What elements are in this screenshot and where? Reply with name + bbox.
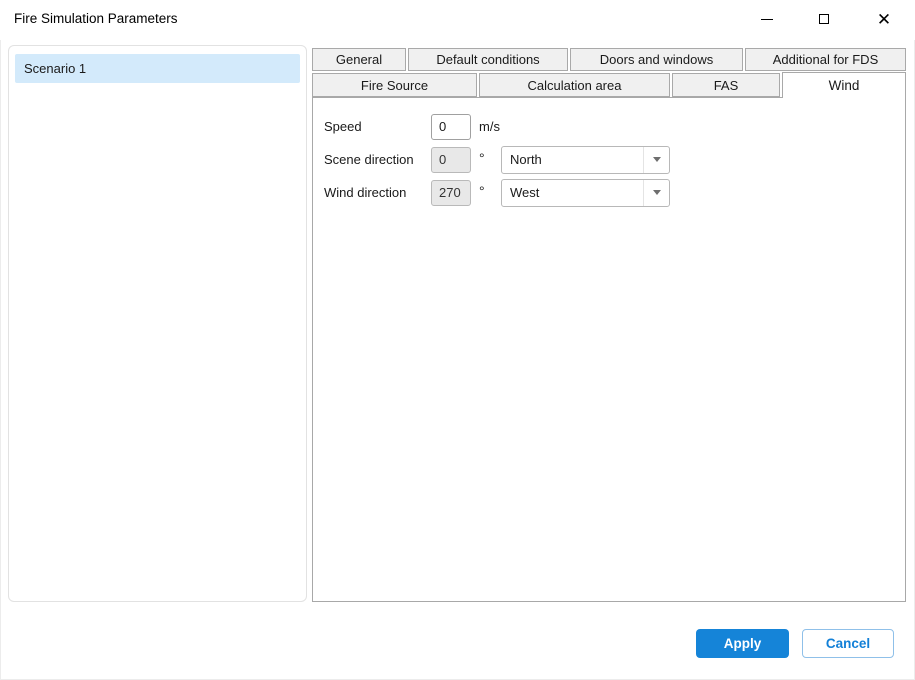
tab-wind[interactable]: Wind <box>782 72 906 98</box>
minimize-icon <box>761 19 773 20</box>
window-title: Fire Simulation Parameters <box>14 11 178 26</box>
wind-direction-selected-value: West <box>502 185 643 200</box>
minimize-button[interactable] <box>744 0 790 38</box>
title-bar: Fire Simulation Parameters ✕ <box>0 0 915 40</box>
tab-row-1: General Default conditions Doors and win… <box>312 48 906 71</box>
scene-direction-selected-value: North <box>502 152 643 167</box>
speed-input[interactable] <box>431 114 471 140</box>
scene-direction-row: Scene direction ° North <box>324 143 670 176</box>
tab-doors-and-windows[interactable]: Doors and windows <box>570 48 743 71</box>
close-button[interactable]: ✕ <box>861 0 907 38</box>
speed-row: Speed m/s <box>324 110 670 143</box>
apply-button[interactable]: Apply <box>696 629 789 658</box>
tab-fas[interactable]: FAS <box>672 73 780 97</box>
wind-tab-panel: Speed m/s Scene direction ° North Wind d… <box>312 97 906 602</box>
scenario-list-item-selected[interactable]: Scenario 1 <box>15 54 300 83</box>
tab-fire-source[interactable]: Fire Source <box>312 73 477 97</box>
close-icon: ✕ <box>877 11 891 28</box>
cancel-button[interactable]: Cancel <box>802 629 894 658</box>
tab-calculation-area[interactable]: Calculation area <box>479 73 670 97</box>
scene-direction-input <box>431 147 471 173</box>
chevron-down-icon <box>653 157 661 162</box>
wind-form: Speed m/s Scene direction ° North Wind d… <box>324 110 670 209</box>
scene-direction-label: Scene direction <box>324 152 431 167</box>
tab-additional-for-fds[interactable]: Additional for FDS <box>745 48 906 71</box>
scene-direction-select[interactable]: North <box>501 146 670 174</box>
wind-direction-input <box>431 180 471 206</box>
maximize-button[interactable] <box>801 0 847 38</box>
maximize-icon <box>819 14 829 24</box>
wind-direction-select[interactable]: West <box>501 179 670 207</box>
wind-direction-dropdown-button[interactable] <box>643 180 669 206</box>
tab-row-2: Fire Source Calculation area FAS Wind <box>312 73 906 98</box>
speed-unit-label: m/s <box>479 119 501 134</box>
wind-direction-unit-label: ° <box>479 183 501 199</box>
wind-direction-row: Wind direction ° West <box>324 176 670 209</box>
chevron-down-icon <box>653 190 661 195</box>
speed-label: Speed <box>324 119 431 134</box>
scenario-item-label: Scenario 1 <box>24 61 86 76</box>
scene-direction-unit-label: ° <box>479 150 501 166</box>
wind-direction-label: Wind direction <box>324 185 431 200</box>
scene-direction-dropdown-button[interactable] <box>643 147 669 173</box>
tab-default-conditions[interactable]: Default conditions <box>408 48 568 71</box>
scenario-list-panel: Scenario 1 <box>8 45 307 602</box>
tab-general[interactable]: General <box>312 48 406 71</box>
